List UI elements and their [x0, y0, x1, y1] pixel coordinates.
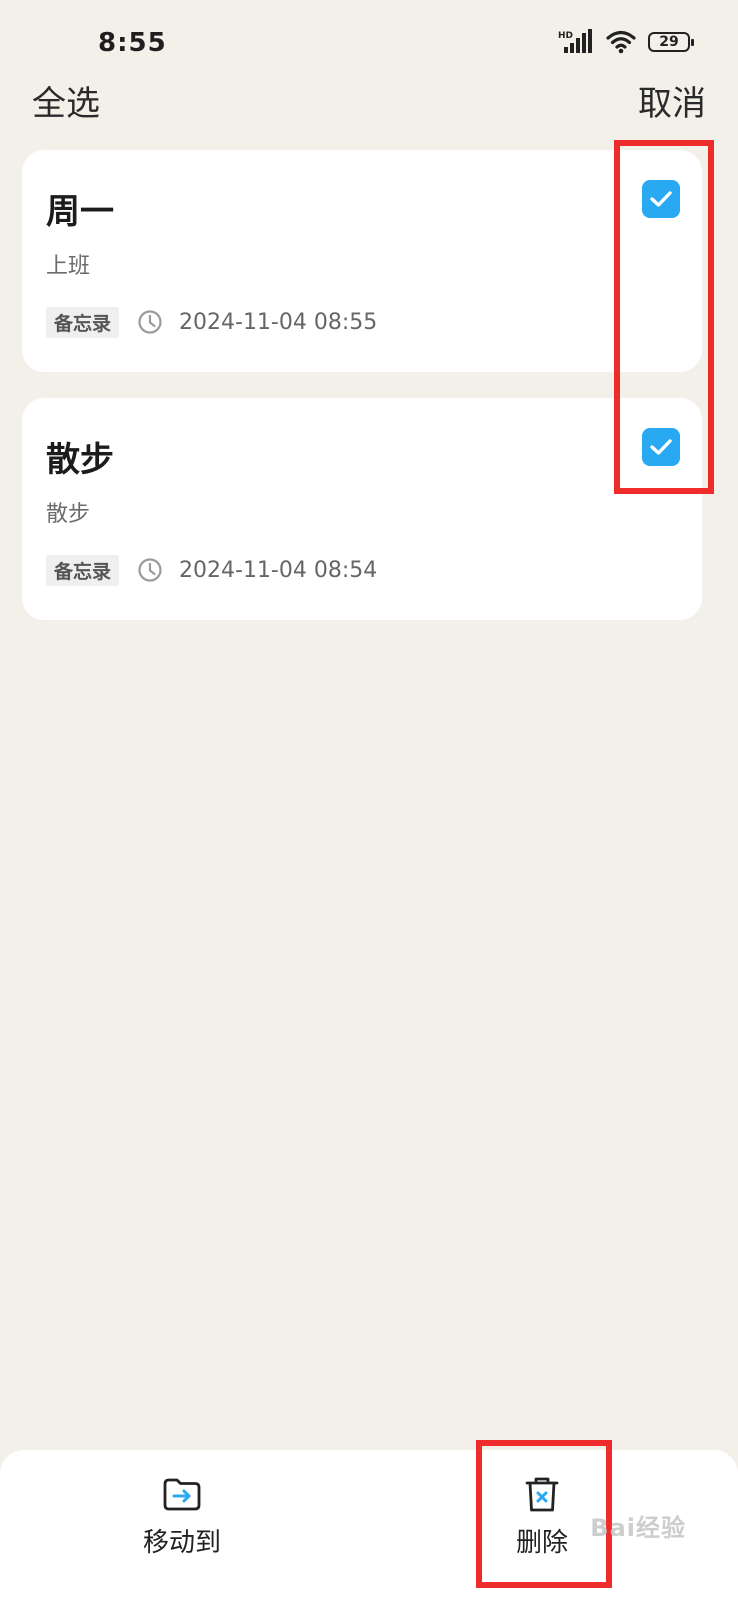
select-all-button[interactable]: 全选	[32, 76, 100, 125]
note-timestamp: 2024-11-04 08:54	[179, 557, 378, 583]
clock-icon	[138, 558, 162, 582]
note-body: 散步	[46, 502, 91, 527]
checkmark-icon	[650, 439, 672, 455]
note-body: 上班	[46, 254, 91, 279]
note-checkbox-checked[interactable]	[642, 428, 680, 466]
note-meta: 备忘录 2024-11-04 08:55	[46, 306, 377, 338]
trash-icon	[525, 1477, 559, 1512]
status-time: 8:55	[98, 28, 167, 58]
network-type-label: HD	[558, 31, 573, 41]
top-action-bar: 全选 取消	[0, 76, 738, 132]
wifi-icon	[606, 30, 636, 54]
note-title: 散步	[46, 440, 114, 480]
status-bar: 8:55 HD 29	[0, 0, 738, 86]
watermark: Bai经验	[590, 1514, 686, 1542]
folder-arrow-icon	[163, 1478, 201, 1511]
clock-icon	[138, 310, 162, 334]
cancel-button[interactable]: 取消	[638, 76, 706, 125]
folder-tag: 备忘录	[46, 306, 120, 338]
note-timestamp: 2024-11-04 08:55	[179, 309, 378, 335]
checkmark-icon	[650, 191, 672, 207]
folder-tag: 备忘录	[46, 554, 120, 586]
note-card[interactable]: 散步 散步 备忘录 2024-11-04 08:54	[22, 398, 702, 620]
notes-selection-screen: 8:55 HD 29 全选 取消 周一 上班 备忘录 2024-11-04 08…	[0, 0, 738, 1600]
note-title: 周一	[46, 192, 114, 232]
battery-icon: 29	[648, 32, 694, 52]
move-to-button[interactable]: 移动到	[112, 1472, 252, 1559]
note-meta: 备忘录 2024-11-04 08:54	[46, 554, 377, 586]
status-icons: HD 29	[558, 28, 694, 56]
note-card[interactable]: 周一 上班 备忘录 2024-11-04 08:55	[22, 150, 702, 372]
signal-icon: HD	[558, 29, 592, 53]
note-checkbox-checked[interactable]	[642, 180, 680, 218]
move-to-label: 移动到	[142, 1528, 221, 1558]
